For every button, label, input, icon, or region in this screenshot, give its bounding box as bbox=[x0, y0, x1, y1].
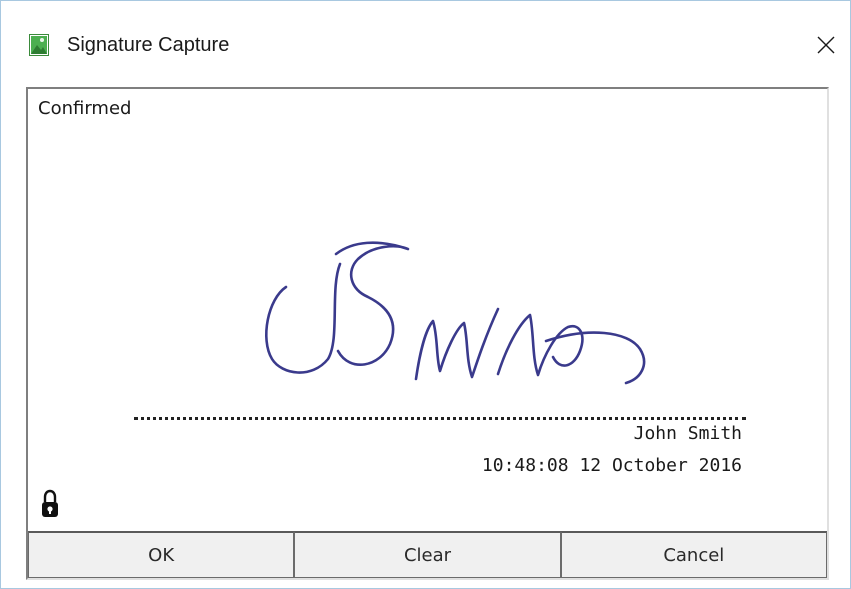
ok-button[interactable]: OK bbox=[28, 531, 295, 578]
signature-pad[interactable]: Confirmed John Smith 10:48:08 12 October… bbox=[28, 89, 827, 531]
signer-name: John Smith bbox=[633, 423, 742, 444]
cancel-button[interactable]: Cancel bbox=[560, 531, 827, 578]
image-icon bbox=[29, 34, 49, 56]
button-bar: OK Clear Cancel bbox=[28, 531, 827, 578]
signature-timestamp: 10:48:08 12 October 2016 bbox=[481, 455, 742, 476]
window-title: Signature Capture bbox=[67, 34, 230, 56]
title-bar[interactable]: Signature Capture bbox=[1, 1, 850, 87]
signature-capture-window: Signature Capture Confirmed John Smith 1… bbox=[0, 0, 851, 589]
close-icon bbox=[817, 36, 835, 54]
close-button[interactable] bbox=[806, 25, 846, 65]
signature-line bbox=[134, 417, 746, 420]
signature-panel: Confirmed John Smith 10:48:08 12 October… bbox=[26, 87, 829, 580]
lock-icon bbox=[40, 489, 60, 519]
clear-button[interactable]: Clear bbox=[294, 531, 561, 578]
